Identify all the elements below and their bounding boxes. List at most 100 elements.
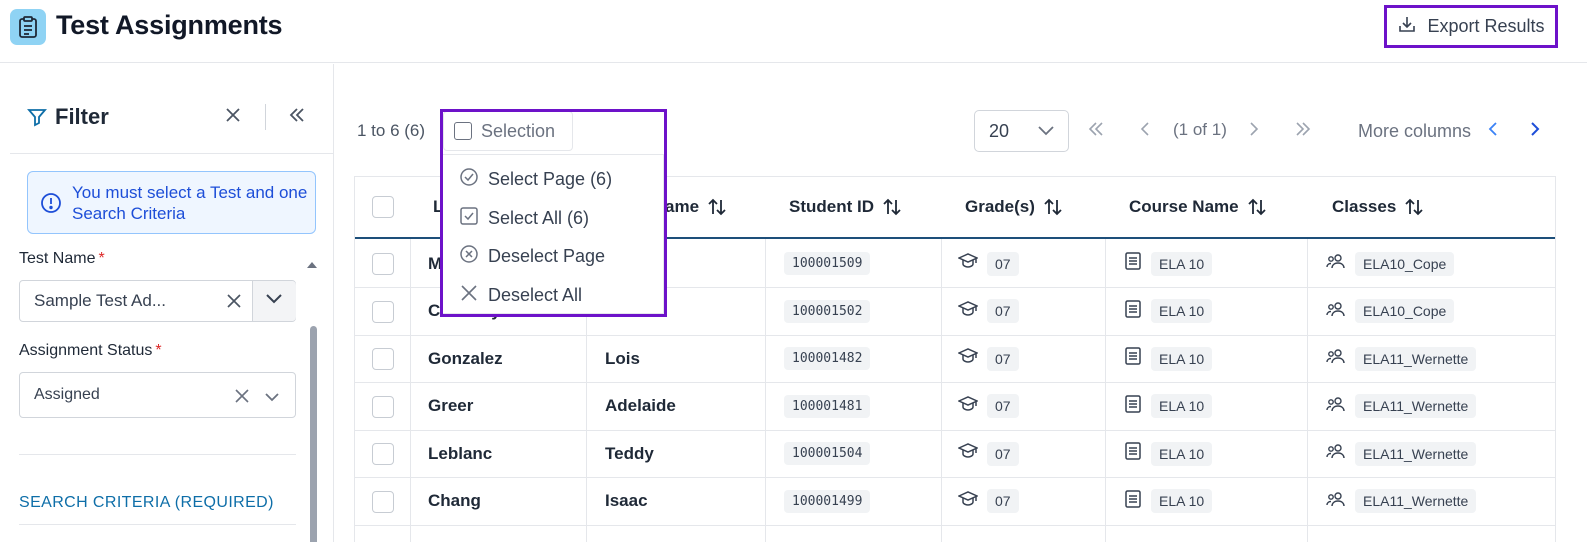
table-row[interactable]: Greer Adelaide 100001481 07 ELA 10 ELA11_Wern…	[355, 383, 1555, 431]
test-name-combobox[interactable]: Sample Test Ad...	[19, 280, 296, 322]
course-chip: ELA 10	[1151, 251, 1213, 276]
row-checkbox[interactable]	[372, 253, 394, 275]
cell-first-name: Adelaide	[605, 396, 676, 415]
row-checkbox[interactable]	[372, 300, 394, 323]
test-name-label-text: Test Name	[19, 250, 96, 267]
search-criteria-section[interactable]: SEARCH CRITERIA (REQUIRED)	[19, 494, 274, 512]
collapse-sidebar-icon[interactable]	[288, 106, 306, 129]
grade-chip: 07	[987, 346, 1019, 371]
users-icon	[1326, 300, 1346, 323]
assignment-status-value: Assigned	[34, 386, 100, 403]
menu-item-select-all[interactable]: Select All (6)	[459, 206, 589, 231]
column-header-student-id[interactable]: Student ID	[789, 177, 902, 237]
cell-course-name: ELA 10	[1124, 335, 1213, 382]
menu-item-label: Deselect Page	[488, 246, 606, 266]
users-icon	[1326, 252, 1346, 275]
column-header-grades[interactable]: Grade(s)	[965, 177, 1063, 237]
cell-student-id: 100001482	[784, 335, 871, 382]
assignment-status-label-text: Assignment Status	[19, 342, 153, 359]
chevron-down-icon	[1037, 124, 1055, 142]
filter-sidebar: Filter You must select a Test and one Se…	[0, 64, 334, 542]
student-id-chip: 100001504	[784, 442, 871, 465]
row-checkbox[interactable]	[372, 395, 394, 418]
course-chip: ELA 10	[1151, 394, 1213, 418]
cell-classes: ELA10_Cope	[1326, 240, 1455, 287]
required-criteria-alert: You must select a Test and one Search Cr…	[27, 171, 316, 234]
alert-message: You must select a Test and one Search Cr…	[72, 183, 308, 223]
cell-first-name: Isaac	[605, 491, 648, 510]
cell-grade: 07	[957, 430, 1019, 477]
course-chip: ELA 10	[1151, 299, 1213, 323]
test-name-dropdown-toggle[interactable]	[252, 281, 296, 321]
table-row[interactable]: Leblanc Teddy 100001504 07 ELA 10 ELA11_Werne…	[355, 430, 1555, 478]
close-icon[interactable]	[224, 106, 242, 129]
menu-item-label: Select Page (6)	[488, 169, 613, 189]
grade-chip: 07	[987, 299, 1019, 323]
selection-menu: Select Page (6) Select All (6) Deselect …	[442, 154, 664, 314]
scrollbar-thumb[interactable]	[310, 326, 317, 542]
cell-first-name: Teddy	[605, 443, 654, 463]
sort-icon[interactable]	[1043, 197, 1063, 217]
cell-grade: 07	[957, 288, 1019, 335]
x-circle-icon	[459, 244, 479, 269]
column-header-classes[interactable]: Classes	[1332, 177, 1424, 237]
course-chip: ELA 10	[1151, 489, 1213, 513]
column-header-label: Course Name	[1129, 197, 1239, 216]
table-row[interactable]: Chang Isaac 100001499 07 ELA 10 ELA11_Wernett…	[355, 478, 1555, 526]
cell-student-id: 100001499	[784, 478, 871, 525]
row-checkbox[interactable]	[372, 348, 394, 370]
scroll-up-icon[interactable]	[306, 257, 318, 275]
first-page-icon[interactable]	[1087, 120, 1105, 143]
cell-classes: ELA11_Wernette	[1326, 430, 1477, 477]
sort-icon[interactable]	[882, 197, 902, 217]
sort-icon[interactable]	[1247, 197, 1267, 217]
class-chip: ELA11_Wernette	[1355, 441, 1477, 466]
clear-icon[interactable]	[234, 388, 250, 409]
select-all-checkbox[interactable]	[372, 196, 394, 218]
book-icon	[1124, 251, 1142, 276]
next-page-icon[interactable]	[1247, 120, 1261, 143]
column-header-first-name[interactable]: ame	[665, 177, 727, 237]
class-chip: ELA11_Wernette	[1355, 346, 1477, 371]
cell-course-name: ELA 10	[1124, 288, 1213, 335]
selection-button[interactable]: Selection	[443, 111, 573, 151]
export-results-button[interactable]: Export Results	[1384, 5, 1558, 48]
sort-icon[interactable]	[707, 197, 727, 217]
student-id-chip: 100001482	[784, 347, 871, 370]
column-header-label: ame	[665, 197, 700, 216]
row-checkbox[interactable]	[372, 490, 394, 513]
download-icon	[1397, 14, 1417, 39]
divider	[19, 524, 296, 525]
users-icon	[1326, 395, 1346, 418]
menu-item-deselect-page[interactable]: Deselect Page	[459, 244, 605, 269]
row-checkbox[interactable]	[372, 443, 394, 465]
page-title: Test Assignments	[56, 10, 283, 40]
menu-item-select-page[interactable]: Select Page (6)	[459, 167, 612, 192]
column-header-course-name[interactable]: Course Name	[1129, 177, 1267, 237]
cell-last-name: Gonzalez	[428, 348, 503, 368]
test-name-label: Test Name *	[19, 250, 105, 268]
chevron-down-icon[interactable]	[264, 390, 280, 408]
sort-icon[interactable]	[1404, 197, 1424, 217]
filter-icon	[27, 107, 47, 132]
student-id-chip: 100001499	[784, 489, 871, 513]
cell-last-name: Leblanc	[428, 443, 493, 463]
cell-course-name: ELA 10	[1124, 240, 1213, 287]
last-page-icon[interactable]	[1294, 120, 1312, 143]
rows-per-page-select[interactable]: 20	[974, 110, 1069, 152]
assignment-status-combobox[interactable]: Assigned	[19, 372, 296, 418]
cell-grade: 07	[957, 478, 1019, 525]
cell-classes: ELA10_Cope	[1326, 288, 1455, 335]
scroll-columns-right-icon[interactable]	[1528, 120, 1542, 143]
previous-page-icon[interactable]	[1138, 120, 1152, 143]
clear-icon[interactable]	[226, 293, 242, 314]
menu-item-label: Deselect All	[488, 285, 583, 305]
test-name-value: Sample Test Ad...	[34, 291, 166, 310]
scroll-columns-left-icon[interactable]	[1486, 120, 1500, 143]
selection-checkbox	[454, 122, 472, 140]
menu-item-deselect-all[interactable]: Deselect All	[459, 283, 582, 308]
cell-grade: 07	[957, 335, 1019, 382]
table-row[interactable]: Gonzalez Lois 100001482 07 ELA 10 ELA11_Werne…	[355, 335, 1555, 383]
graduation-cap-icon	[957, 347, 979, 370]
column-header-label: Classes	[1332, 197, 1397, 216]
